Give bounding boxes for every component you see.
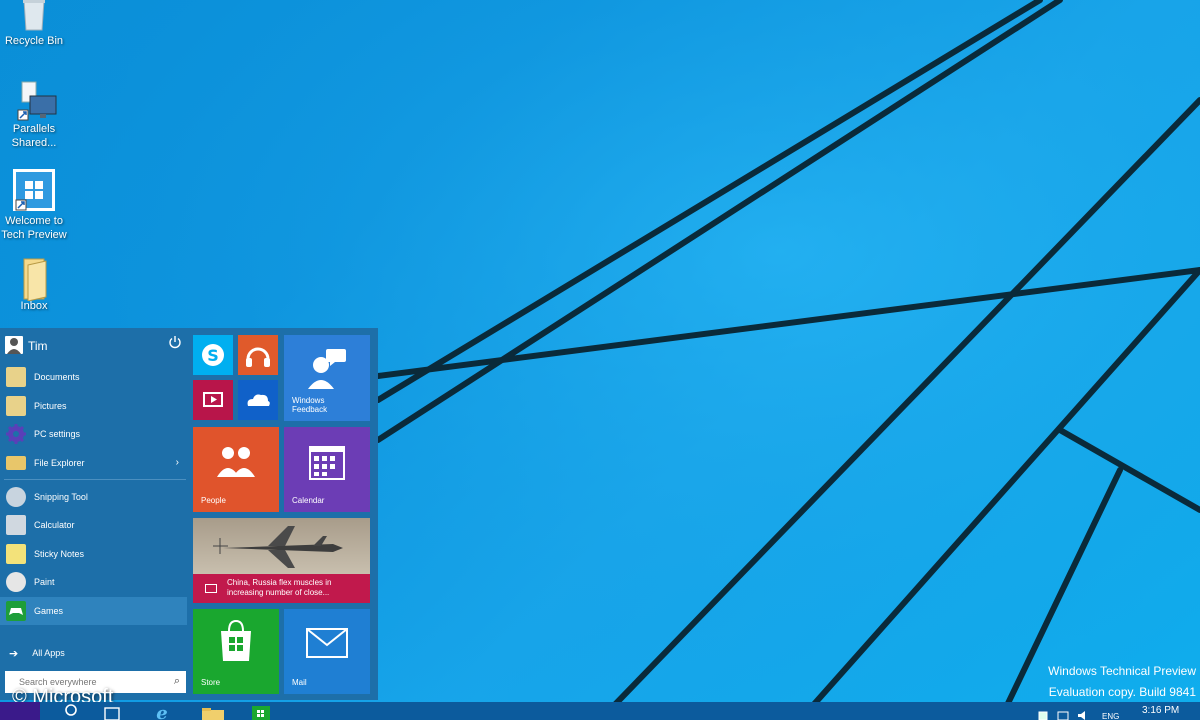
desktop-icon-inbox[interactable]: Inbox [0,257,68,313]
user-avatar-icon [5,336,23,354]
recycle-bin-icon [14,0,54,32]
menu-item-label: PC settings [34,429,81,439]
evaluation-watermark-line2: Evaluation copy. Build 9841 [1048,685,1196,699]
tray-clock[interactable]: 3:16 PM [1142,705,1179,720]
svg-text:e: e [156,703,167,720]
mail-icon [306,628,348,658]
desktop-icon-label: Welcome to Tech Preview [1,215,67,241]
user-account[interactable]: Tim [0,330,187,358]
arrow-right-icon: ➔ [9,647,19,660]
paint-icon [6,572,26,592]
skype-icon: S [202,344,224,366]
calculator-icon [6,515,26,535]
pictures-icon [6,396,26,416]
menu-item-games[interactable]: Games [0,597,187,625]
menu-item-label: File Explorer [34,458,85,468]
folder-icon [14,257,54,302]
people-icon [217,447,255,477]
start-menu: Tim Documents Pictures PC settings File … [0,328,378,700]
tile-music[interactable] [238,335,278,375]
cloud-icon [247,394,270,406]
taskbar: e ENG 3:16 PM [0,702,1200,720]
task-view-icon[interactable] [100,702,126,720]
news-photo [193,518,370,574]
menu-item-pc-settings[interactable]: PC settings [0,420,187,448]
file-explorer-icon [6,456,26,470]
desktop-icon-parallels-shared[interactable]: Parallels Shared... [0,80,68,150]
menu-item-label: Documents [34,372,80,382]
menu-separator [4,479,186,480]
tile-video[interactable] [193,380,233,420]
tile-label: Calendar [292,496,325,505]
menu-item-paint[interactable]: Paint [0,568,187,596]
start-button[interactable] [0,702,40,720]
parallels-shared-icon [14,80,57,121]
all-apps-label: All Apps [32,648,65,658]
menu-item-label: Games [34,606,64,616]
windows-logo-icon [12,168,56,212]
menu-item-sticky-notes[interactable]: Sticky Notes [0,540,187,568]
tile-windows-feedback[interactable]: Windows Feedback [284,335,370,421]
gear-icon [6,424,26,444]
svg-text:S: S [207,346,219,365]
news-headline: China, Russia flex muscles in increasing… [227,578,332,597]
desktop-icon-label: Parallels Shared... [11,123,57,149]
tile-label: Windows Feedback [292,396,328,414]
tray-network-icon[interactable] [1056,702,1070,720]
menu-item-label: Snipping Tool [34,492,88,502]
menu-item-snipping-tool[interactable]: Snipping Tool [0,483,187,511]
tile-news[interactable]: China, Russia flex muscles in increasing… [193,518,370,603]
tile-people[interactable]: People [193,427,279,512]
menu-item-label: Paint [34,577,55,587]
menu-item-calculator[interactable]: Calculator [0,511,187,539]
internet-explorer-icon[interactable]: e [150,702,174,720]
store-icon [221,619,251,661]
menu-item-label: Sticky Notes [34,549,85,559]
tile-label: Mail [292,678,307,687]
desktop-icon-label: Recycle Bin [4,35,64,47]
fighter-jet-image [213,526,343,568]
tray-language[interactable]: ENG [1102,712,1119,720]
tile-skype[interactable]: S [193,335,233,375]
documents-icon [6,367,26,387]
games-icon [6,601,26,621]
desktop-icon-welcome-tech-preview[interactable]: Welcome to Tech Preview [0,168,68,242]
menu-item-label: Calculator [34,520,75,530]
desktop-icon-label: Inbox [20,300,48,312]
search-icon[interactable] [60,702,82,720]
start-menu-left-pane: Tim Documents Pictures PC settings File … [0,328,187,700]
tile-store[interactable]: Store [193,609,279,694]
tile-label: Store [201,678,221,687]
all-apps-button[interactable]: ➔ All Apps [0,639,187,667]
video-icon [203,392,223,407]
power-icon[interactable] [168,335,182,349]
search-icon[interactable]: ⌕ [174,675,180,688]
menu-item-label: Pictures [34,401,67,411]
file-explorer-icon[interactable] [200,702,226,720]
sticky-notes-icon [6,544,26,564]
tile-calendar[interactable]: Calendar [284,427,370,512]
menu-item-file-explorer[interactable]: File Explorer › [0,449,187,477]
evaluation-watermark-line1: Windows Technical Preview [1048,664,1196,678]
headphones-icon [246,347,270,367]
menu-item-documents[interactable]: Documents [0,363,187,391]
news-icon [205,584,217,593]
chevron-right-icon[interactable]: › [176,457,179,468]
calendar-icon [309,446,345,480]
snipping-tool-icon [6,487,26,507]
tile-onedrive[interactable] [238,380,278,420]
desktop-icon-recycle-bin[interactable]: Recycle Bin [0,0,68,48]
user-name: Tim [28,339,48,353]
tray-volume-icon[interactable] [1076,702,1092,720]
feedback-icon [308,349,346,389]
tile-label: People [201,496,226,505]
tile-mail[interactable]: Mail [284,609,370,694]
tray-device-icon[interactable] [1036,702,1050,720]
store-icon[interactable] [248,702,274,720]
menu-item-pictures[interactable]: Pictures [0,392,187,420]
